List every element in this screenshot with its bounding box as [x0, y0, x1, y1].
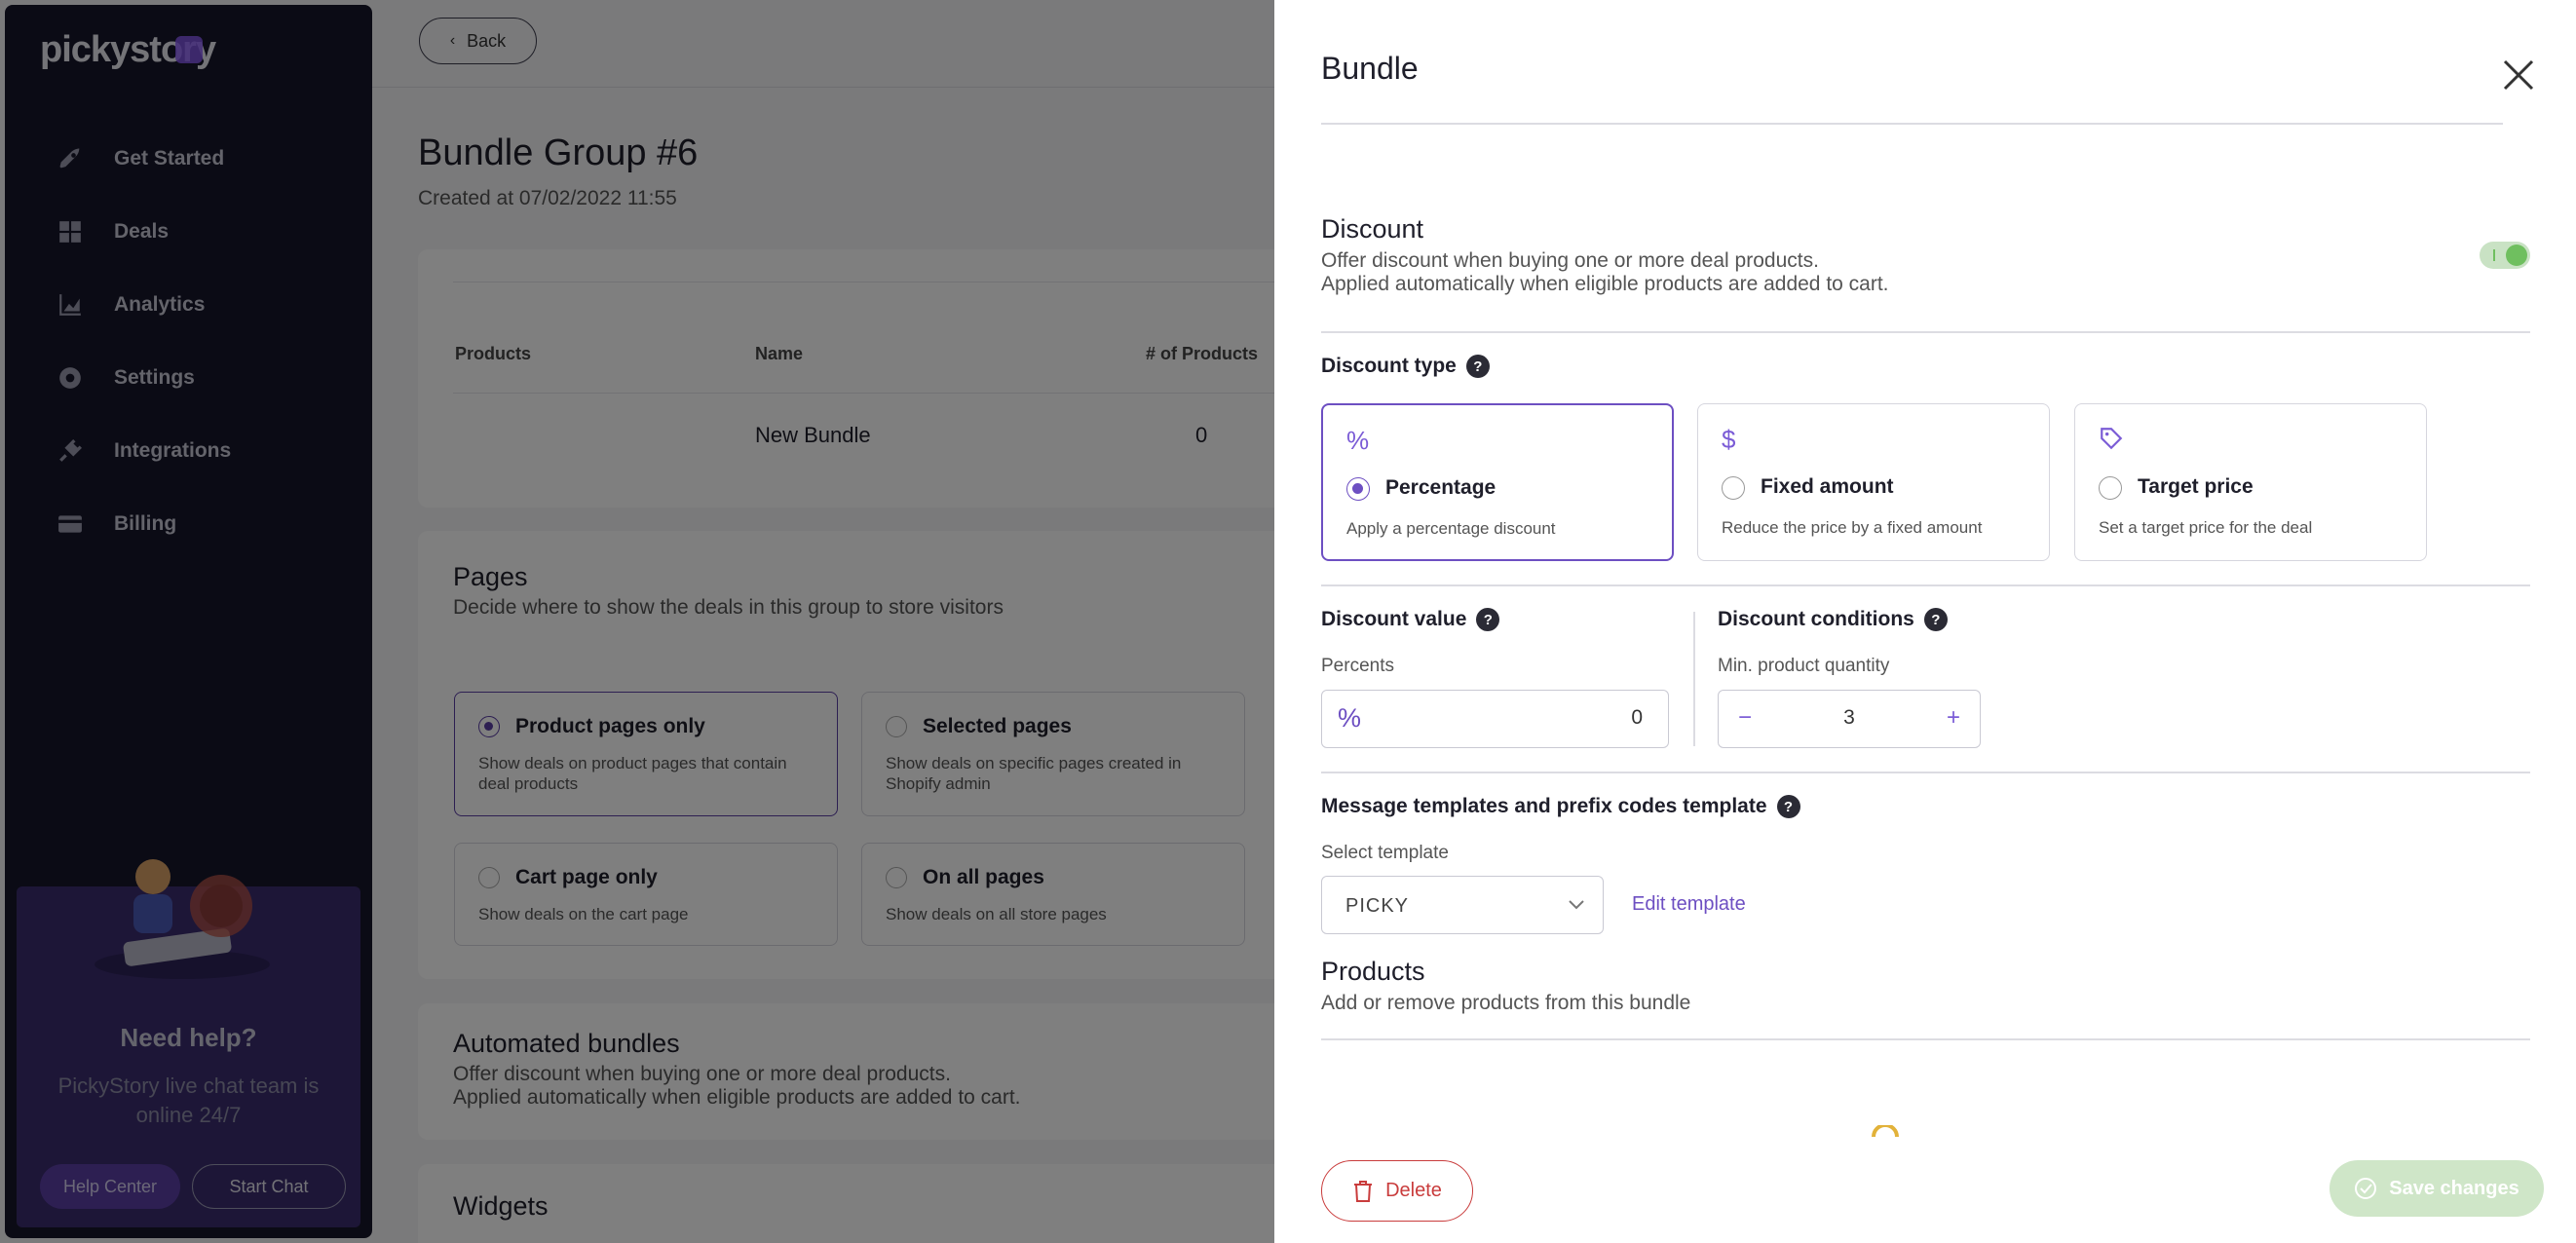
tag-icon — [2099, 426, 2126, 453]
toggle-on-mark — [2493, 249, 2495, 261]
discount-type-label: Discount type ? — [1321, 355, 1490, 378]
quantity-value[interactable]: 3 — [1719, 706, 1980, 730]
divider — [1321, 772, 2530, 773]
discount-conditions-label: Discount conditions ? — [1718, 608, 1948, 631]
discount-type-fixed-amount[interactable]: $ Fixed amount Reduce the price by a fix… — [1697, 403, 2050, 561]
close-icon[interactable] — [2502, 58, 2535, 92]
radio[interactable] — [1346, 477, 1370, 501]
divider — [1321, 1038, 2530, 1040]
option-desc: Reduce the price by a fixed amount — [1722, 518, 1983, 537]
bundle-drawer: Bundle Discount Offer discount when buyi… — [1274, 0, 2576, 1243]
help-icon[interactable]: ? — [1476, 608, 1500, 631]
discount-conditions-text: Discount conditions — [1718, 608, 1914, 630]
divider — [1321, 331, 2530, 333]
help-icon[interactable]: ? — [1923, 608, 1948, 631]
radio[interactable] — [1722, 476, 1745, 500]
quantity-stepper: − 3 + — [1718, 690, 1981, 748]
loading-spinner-icon — [1872, 1125, 1899, 1138]
discount-value-input[interactable]: % 0 — [1321, 690, 1669, 748]
help-icon[interactable]: ? — [1465, 355, 1490, 378]
select-template-label: Select template — [1321, 843, 1449, 863]
drawer-title: Bundle — [1321, 51, 1419, 86]
delete-button[interactable]: Delete — [1321, 1160, 1473, 1222]
radio[interactable] — [2099, 476, 2122, 500]
option-desc: Set a target price for the deal — [2099, 518, 2313, 537]
percent-icon: % — [1346, 426, 1370, 455]
chevron-down-icon — [1569, 900, 1584, 910]
option-title: Percentage — [1385, 476, 1496, 499]
percents-label: Percents — [1321, 656, 1394, 676]
discount-subtitle-1: Offer discount when buying one or more d… — [1321, 249, 1819, 272]
divider — [1321, 584, 2530, 586]
save-changes-button[interactable]: Save changes — [2330, 1160, 2544, 1217]
templates-text: Message templates and prefix codes templ… — [1321, 795, 1767, 817]
products-subtitle: Add or remove products from this bundle — [1321, 992, 1691, 1014]
discount-title: Discount — [1321, 214, 1424, 244]
templates-label: Message templates and prefix codes templ… — [1321, 795, 1800, 818]
discount-value: 0 — [1631, 706, 1643, 729]
discount-type-percentage[interactable]: % Percentage Apply a percentage discount — [1321, 403, 1674, 561]
products-title: Products — [1321, 957, 1425, 986]
help-icon[interactable]: ? — [1776, 795, 1800, 818]
plus-icon[interactable]: + — [1947, 704, 1960, 732]
option-title: Target price — [2138, 475, 2254, 498]
option-desc: Apply a percentage discount — [1346, 519, 1556, 538]
trash-icon — [1354, 1180, 1373, 1202]
modal-overlay[interactable] — [0, 0, 1274, 1243]
vertical-divider — [1693, 612, 1695, 746]
delete-label: Delete — [1385, 1180, 1442, 1201]
discount-type-target-price[interactable]: Target price Set a target price for the … — [2074, 403, 2427, 561]
toggle-knob — [2506, 245, 2527, 266]
discount-toggle[interactable] — [2480, 242, 2530, 269]
discount-type-text: Discount type — [1321, 355, 1457, 377]
save-label: Save changes — [2389, 1177, 2519, 1199]
min-quantity-label: Min. product quantity — [1718, 656, 1890, 676]
check-circle-icon — [2355, 1178, 2377, 1199]
discount-value-text: Discount value — [1321, 608, 1467, 630]
option-title: Fixed amount — [1761, 475, 1894, 498]
template-selected: PICKY — [1345, 895, 1410, 917]
discount-value-label: Discount value ? — [1321, 608, 1500, 631]
discount-subtitle-2: Applied automatically when eligible prod… — [1321, 273, 1889, 295]
dollar-icon: $ — [1722, 425, 1736, 454]
percent-prefix-icon: % — [1338, 703, 1362, 733]
template-select[interactable]: PICKY — [1321, 876, 1604, 934]
divider — [1321, 123, 2503, 125]
edit-template-link[interactable]: Edit template — [1632, 893, 1746, 916]
